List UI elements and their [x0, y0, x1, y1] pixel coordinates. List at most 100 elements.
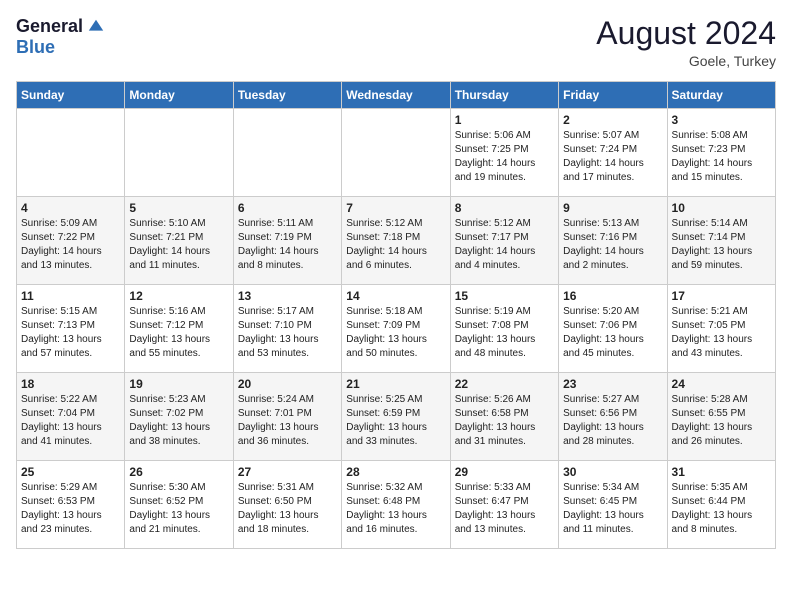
day-info: Sunrise: 5:28 AMSunset: 6:55 PMDaylight:… [672, 393, 771, 449]
calendar-cell: 30Sunrise: 5:34 AMSunset: 6:45 PMDayligh… [559, 461, 667, 549]
weekday-header-row: SundayMondayTuesdayWednesdayThursdayFrid… [17, 82, 776, 109]
day-number: 21 [346, 377, 445, 391]
calendar-cell: 5Sunrise: 5:10 AMSunset: 7:21 PMDaylight… [125, 197, 233, 285]
day-info: Sunrise: 5:06 AMSunset: 7:25 PMDaylight:… [455, 129, 554, 185]
calendar-cell [17, 109, 125, 197]
weekday-tuesday: Tuesday [233, 82, 341, 109]
day-info: Sunrise: 5:26 AMSunset: 6:58 PMDaylight:… [455, 393, 554, 449]
calendar-cell: 11 Sunrise: 5:15 AMSunset: 7:13 PMDayligh… [17, 285, 125, 373]
day-number: 12 [129, 289, 228, 303]
calendar-cell: 14 Sunrise: 5:18 AMSunset: 7:09 PMDayligh… [342, 285, 450, 373]
day-info: Sunrise: 5:07 AMSunset: 7:24 PMDaylight:… [563, 129, 662, 185]
calendar-cell: 21 Sunrise: 5:25 AMSunset: 6:59 PMDayligh… [342, 373, 450, 461]
day-info: Sunrise: 5:15 AMSunset: 7:13 PMDaylight:… [21, 305, 120, 361]
day-number: 18 [21, 377, 120, 391]
day-number: 8 [455, 201, 554, 215]
day-number: 1 [455, 113, 554, 127]
day-number: 29 [455, 465, 554, 479]
day-info: Sunrise: 5:21 AMSunset: 7:05 PMDaylight:… [672, 305, 771, 361]
page-header: General Blue August 2024 Goele, Turkey [16, 16, 776, 69]
day-info: Sunrise: 5:30 AMSunset: 6:52 PMDaylight:… [129, 481, 228, 537]
calendar-cell: 15 Sunrise: 5:19 AMSunset: 7:08 PMDayligh… [450, 285, 558, 373]
week-row-4: 18 Sunrise: 5:22 AMSunset: 7:04 PMDayligh… [17, 373, 776, 461]
day-number: 25 [21, 465, 120, 479]
day-info: Sunrise: 5:19 AMSunset: 7:08 PMDaylight:… [455, 305, 554, 361]
day-number: 3 [672, 113, 771, 127]
calendar-cell: 23Sunrise: 5:27 AMSunset: 6:56 PMDayligh… [559, 373, 667, 461]
day-info: Sunrise: 5:24 AMSunset: 7:01 PMDaylight:… [238, 393, 337, 449]
day-number: 2 [563, 113, 662, 127]
calendar-cell: 3 Sunrise: 5:08 AMSunset: 7:23 PMDaylight… [667, 109, 775, 197]
logo: General Blue [16, 16, 105, 58]
day-number: 14 [346, 289, 445, 303]
day-info: Sunrise: 5:09 AMSunset: 7:22 PMDaylight:… [21, 217, 120, 273]
week-row-2: 4 Sunrise: 5:09 AMSunset: 7:22 PMDaylight… [17, 197, 776, 285]
calendar-cell: 8 Sunrise: 5:12 AMSunset: 7:17 PMDaylight… [450, 197, 558, 285]
calendar-cell: 28Sunrise: 5:32 AMSunset: 6:48 PMDayligh… [342, 461, 450, 549]
day-number: 19 [129, 377, 228, 391]
weekday-thursday: Thursday [450, 82, 558, 109]
day-info: Sunrise: 5:23 AMSunset: 7:02 PMDaylight:… [129, 393, 228, 449]
calendar-cell: 6 Sunrise: 5:11 AMSunset: 7:19 PMDaylight… [233, 197, 341, 285]
day-number: 13 [238, 289, 337, 303]
calendar-cell: 7 Sunrise: 5:12 AMSunset: 7:18 PMDaylight… [342, 197, 450, 285]
logo-blue-text: Blue [16, 37, 55, 58]
day-number: 16 [563, 289, 662, 303]
day-info: Sunrise: 5:17 AMSunset: 7:10 PMDaylight:… [238, 305, 337, 361]
day-number: 31 [672, 465, 771, 479]
logo-general-text: General [16, 16, 83, 37]
day-info: Sunrise: 5:16 AMSunset: 7:12 PMDaylight:… [129, 305, 228, 361]
day-info: Sunrise: 5:34 AMSunset: 6:45 PMDaylight:… [563, 481, 662, 537]
calendar-cell: 27 Sunrise: 5:31 AMSunset: 6:50 PMDayligh… [233, 461, 341, 549]
calendar-table: SundayMondayTuesdayWednesdayThursdayFrid… [16, 81, 776, 549]
day-number: 24 [672, 377, 771, 391]
calendar-cell: 26Sunrise: 5:30 AMSunset: 6:52 PMDayligh… [125, 461, 233, 549]
calendar-cell: 4 Sunrise: 5:09 AMSunset: 7:22 PMDaylight… [17, 197, 125, 285]
day-info: Sunrise: 5:35 AMSunset: 6:44 PMDaylight:… [672, 481, 771, 537]
calendar-cell [233, 109, 341, 197]
day-number: 20 [238, 377, 337, 391]
calendar-cell: 22 Sunrise: 5:26 AMSunset: 6:58 PMDayligh… [450, 373, 558, 461]
day-number: 15 [455, 289, 554, 303]
day-info: Sunrise: 5:33 AMSunset: 6:47 PMDaylight:… [455, 481, 554, 537]
calendar-cell: 1 Sunrise: 5:06 AMSunset: 7:25 PMDaylight… [450, 109, 558, 197]
day-info: Sunrise: 5:12 AMSunset: 7:17 PMDaylight:… [455, 217, 554, 273]
weekday-monday: Monday [125, 82, 233, 109]
day-info: Sunrise: 5:22 AMSunset: 7:04 PMDaylight:… [21, 393, 120, 449]
day-info: Sunrise: 5:25 AMSunset: 6:59 PMDaylight:… [346, 393, 445, 449]
calendar-cell: 9Sunrise: 5:13 AMSunset: 7:16 PMDaylight… [559, 197, 667, 285]
week-row-5: 25 Sunrise: 5:29 AMSunset: 6:53 PMDayligh… [17, 461, 776, 549]
calendar-cell: 20 Sunrise: 5:24 AMSunset: 7:01 PMDayligh… [233, 373, 341, 461]
calendar-cell: 12 Sunrise: 5:16 AMSunset: 7:12 PMDayligh… [125, 285, 233, 373]
day-info: Sunrise: 5:29 AMSunset: 6:53 PMDaylight:… [21, 481, 120, 537]
day-number: 7 [346, 201, 445, 215]
day-number: 28 [346, 465, 445, 479]
calendar-cell: 10 Sunrise: 5:14 AMSunset: 7:14 PMDayligh… [667, 197, 775, 285]
calendar-cell: 2 Sunrise: 5:07 AMSunset: 7:24 PMDaylight… [559, 109, 667, 197]
calendar-cell: 18 Sunrise: 5:22 AMSunset: 7:04 PMDayligh… [17, 373, 125, 461]
day-info: Sunrise: 5:13 AMSunset: 7:16 PMDaylight:… [563, 217, 662, 273]
page-container: General Blue August 2024 Goele, Turkey S… [0, 0, 792, 557]
day-info: Sunrise: 5:08 AMSunset: 7:23 PMDaylight:… [672, 129, 771, 185]
day-number: 5 [129, 201, 228, 215]
day-number: 6 [238, 201, 337, 215]
day-info: Sunrise: 5:18 AMSunset: 7:09 PMDaylight:… [346, 305, 445, 361]
day-info: Sunrise: 5:12 AMSunset: 7:18 PMDaylight:… [346, 217, 445, 273]
day-info: Sunrise: 5:31 AMSunset: 6:50 PMDaylight:… [238, 481, 337, 537]
day-number: 11 [21, 289, 120, 303]
day-number: 23 [563, 377, 662, 391]
location: Goele, Turkey [596, 53, 776, 69]
weekday-friday: Friday [559, 82, 667, 109]
day-number: 27 [238, 465, 337, 479]
day-info: Sunrise: 5:20 AMSunset: 7:06 PMDaylight:… [563, 305, 662, 361]
day-info: Sunrise: 5:14 AMSunset: 7:14 PMDaylight:… [672, 217, 771, 273]
calendar-cell: 19 Sunrise: 5:23 AMSunset: 7:02 PMDayligh… [125, 373, 233, 461]
calendar-cell: 17Sunrise: 5:21 AMSunset: 7:05 PMDayligh… [667, 285, 775, 373]
calendar-cell: 29 Sunrise: 5:33 AMSunset: 6:47 PMDayligh… [450, 461, 558, 549]
day-number: 22 [455, 377, 554, 391]
day-number: 4 [21, 201, 120, 215]
day-number: 10 [672, 201, 771, 215]
day-info: Sunrise: 5:11 AMSunset: 7:19 PMDaylight:… [238, 217, 337, 273]
week-row-3: 11 Sunrise: 5:15 AMSunset: 7:13 PMDayligh… [17, 285, 776, 373]
weekday-saturday: Saturday [667, 82, 775, 109]
